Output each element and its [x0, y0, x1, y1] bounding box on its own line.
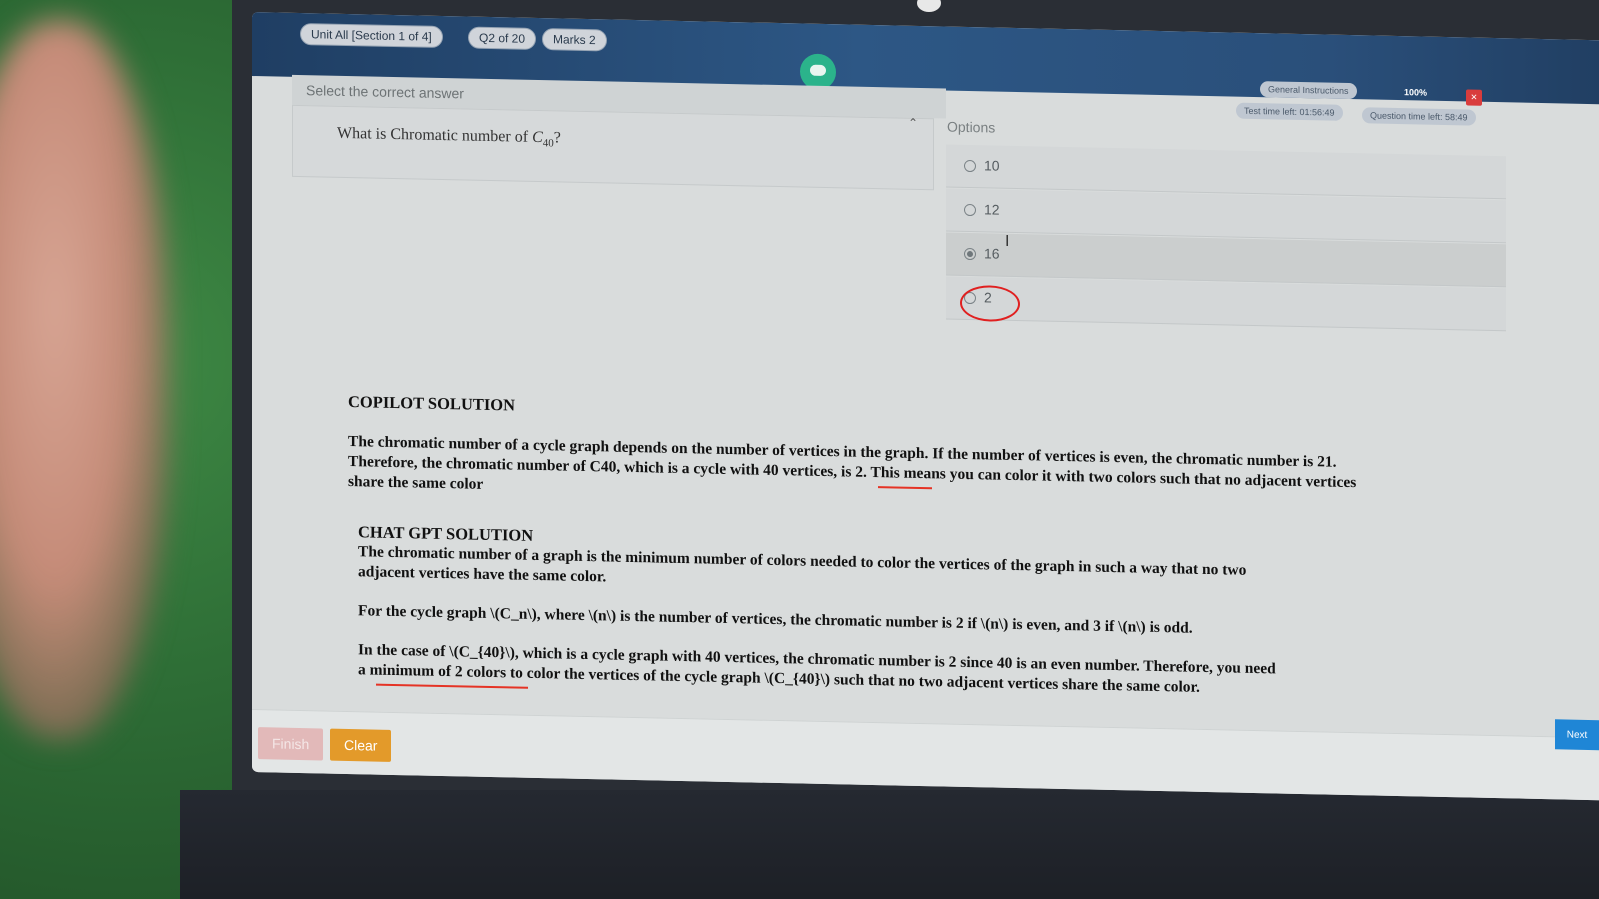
question-panel: What is Chromatic number of C40?	[292, 104, 934, 191]
option-label: 12	[984, 201, 1000, 218]
question-text: What is Chromatic number of C40?	[337, 125, 561, 150]
question-graph-subscript: 40	[542, 137, 554, 150]
question-pill[interactable]: Q2 of 20	[468, 26, 537, 50]
radio-button[interactable]	[964, 203, 976, 217]
close-icon[interactable]: ×	[1466, 89, 1482, 106]
clear-button[interactable]: Clear	[330, 728, 392, 762]
test-time-left: Test time left: 01:56:49	[1236, 102, 1343, 121]
general-instructions-button[interactable]: General Instructions	[1260, 81, 1357, 100]
question-label: What is Chromatic number of	[337, 124, 529, 146]
zoom-level[interactable]: 100%	[1404, 84, 1427, 100]
laptop-keyboard-edge	[180, 790, 1599, 899]
text-cursor-icon: I	[1005, 233, 1010, 250]
options-heading: Options	[947, 118, 996, 136]
finish-button[interactable]: Finish	[258, 727, 324, 761]
chevron-up-icon[interactable]: ⌃	[908, 116, 918, 130]
option-label: 16	[984, 245, 1000, 262]
question-suffix: ?	[553, 129, 561, 147]
copilot-heading: COPILOT SOLUTION	[348, 392, 516, 415]
laptop-screen: Unit All [Section 1 of 4] Q2 of 20 Marks…	[252, 12, 1599, 801]
next-button[interactable]: Next	[1555, 719, 1599, 751]
option-label: 10	[984, 157, 1000, 174]
red-underline	[376, 683, 528, 689]
marks-pill: Marks 2	[542, 28, 607, 52]
question-graph-symbol: C	[532, 128, 543, 147]
chatgpt-p2: For the cycle graph \(C_n\), where \(n\)…	[358, 602, 1193, 637]
red-underline	[878, 486, 932, 490]
section-pill[interactable]: Unit All [Section 1 of 4]	[300, 23, 443, 48]
copilot-line-3: share the same color	[348, 473, 484, 493]
chatgpt-p1-line2: adjacent vertices have the same color.	[358, 563, 607, 586]
radio-button-selected[interactable]	[964, 247, 976, 261]
question-time-left: Question time left: 58:49	[1362, 107, 1476, 126]
radio-button[interactable]	[964, 159, 976, 173]
